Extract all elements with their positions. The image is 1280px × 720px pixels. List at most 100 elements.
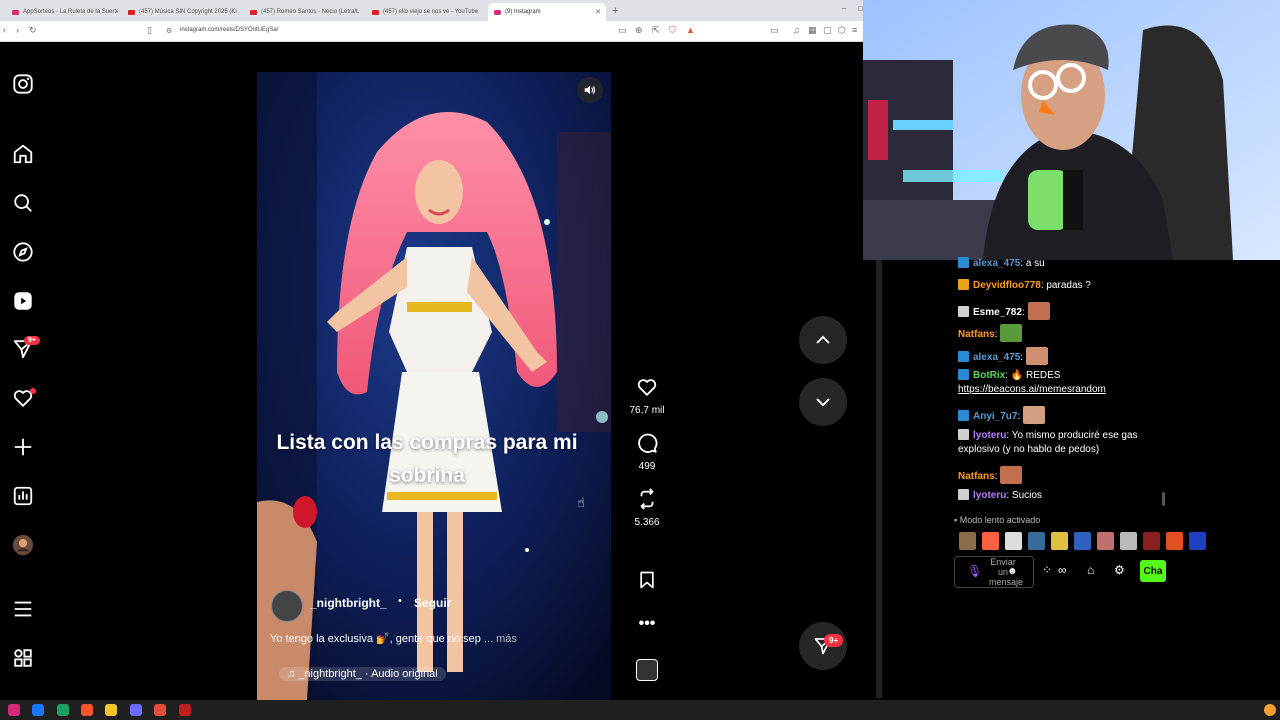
- home-icon[interactable]: [11, 142, 35, 166]
- create-icon[interactable]: [11, 435, 35, 459]
- minimize-icon[interactable]: –: [842, 4, 846, 13]
- menu-icon[interactable]: ≡: [852, 25, 857, 35]
- instagram-logo-icon[interactable]: [11, 72, 35, 96]
- more-menu-icon[interactable]: [11, 597, 35, 621]
- emote-icon[interactable]: [982, 532, 999, 550]
- taskbar: [0, 700, 1280, 720]
- search-icon[interactable]: [11, 191, 35, 215]
- vpn-icon[interactable]: ⬡: [838, 25, 846, 36]
- chat-input[interactable]: 🎙 Enviar un mensaje ☻: [954, 556, 1034, 588]
- chat-username[interactable]: Natfans: [958, 329, 995, 340]
- audio-track[interactable]: ♫ _nightbright_ · Audio original: [279, 667, 446, 681]
- browser-tab[interactable]: (457) Música SIN Copyright 2025 (Ki: [122, 3, 240, 21]
- more-options-icon[interactable]: •••: [628, 615, 666, 633]
- chat-scrollbar[interactable]: [1162, 492, 1165, 506]
- instagram-app-icon[interactable]: [8, 704, 20, 716]
- chat-username[interactable]: alexa_475: [973, 352, 1020, 363]
- browser-tab[interactable]: (9) Instagram ✕: [488, 3, 606, 21]
- repost-action[interactable]: 5.366: [628, 488, 666, 528]
- chrome-app-icon[interactable]: [57, 704, 69, 716]
- author-avatar[interactable]: [271, 590, 303, 622]
- infinity-icon[interactable]: ∞: [1058, 563, 1067, 577]
- next-reel-button[interactable]: [799, 378, 847, 426]
- bookmark-save-icon[interactable]: [637, 569, 657, 591]
- emoji-icon[interactable]: ☻: [1007, 566, 1018, 577]
- system-tray-icon[interactable]: [1264, 704, 1276, 716]
- site-info-icon[interactable]: ⚙: [166, 27, 172, 35]
- emote-icon[interactable]: [1143, 532, 1160, 550]
- chat-settings-icon[interactable]: ⚙: [1114, 563, 1125, 577]
- facebook-app-icon[interactable]: [32, 704, 44, 716]
- cast-icon[interactable]: ▭: [618, 25, 627, 36]
- close-tab-icon[interactable]: ✕: [595, 8, 601, 16]
- share-dots-icon[interactable]: ⁘: [1042, 563, 1052, 577]
- wallet-icon[interactable]: ▢: [823, 25, 832, 36]
- browser-tab[interactable]: AppSorteos - La Ruleta de la Suerte: [6, 3, 118, 21]
- emote-icon[interactable]: [1120, 532, 1137, 550]
- threads-apps-icon[interactable]: [11, 646, 35, 670]
- more-link[interactable]: ... más: [484, 633, 517, 645]
- extensions-icon[interactable]: ▦: [808, 25, 817, 36]
- new-tab-button[interactable]: +: [612, 5, 618, 17]
- emote-icon[interactable]: [959, 532, 976, 550]
- chat-username[interactable]: Esme_782: [973, 307, 1022, 318]
- save-action[interactable]: [628, 569, 666, 596]
- chat-send-button[interactable]: Cha: [1140, 560, 1166, 582]
- chat-username[interactable]: Natfans: [958, 471, 995, 482]
- comment-action[interactable]: 499: [628, 432, 666, 472]
- brave-rewards-icon[interactable]: ▲: [686, 25, 695, 35]
- reels-icon[interactable]: [11, 289, 35, 313]
- reel-caption-overlay: Lista con las compras para mi sobrina: [276, 431, 578, 487]
- emote-icon[interactable]: [1189, 532, 1206, 550]
- like-action[interactable]: 76,7 mil: [628, 376, 666, 416]
- chat-username[interactable]: Anyi_7u7: [973, 411, 1017, 422]
- author-username[interactable]: _nightbright_: [310, 596, 387, 610]
- url-field[interactable]: instagram.com/reels/DSYOntUEgSa/: [180, 27, 278, 33]
- dashboard-icon[interactable]: [11, 484, 35, 508]
- repost-icon[interactable]: [636, 488, 658, 510]
- bookmark-icon[interactable]: ▯: [147, 25, 152, 36]
- forward-icon[interactable]: ›: [16, 25, 19, 35]
- comment-icon[interactable]: [636, 432, 658, 454]
- brave-shield-icon[interactable]: ⛉: [669, 25, 676, 36]
- file-explorer-icon[interactable]: [105, 704, 117, 716]
- discord-app-icon[interactable]: [130, 704, 142, 716]
- previous-reel-button[interactable]: [799, 316, 847, 364]
- brave-app-icon[interactable]: [81, 704, 93, 716]
- emote-icon[interactable]: [1097, 532, 1114, 550]
- emote-icon[interactable]: [1028, 532, 1045, 550]
- emote-icon[interactable]: [1074, 532, 1091, 550]
- emote-icon[interactable]: [1005, 532, 1022, 550]
- store-icon[interactable]: ⌂: [1087, 563, 1094, 577]
- chat-username[interactable]: lyoteru: [973, 430, 1006, 441]
- chat-text: : 🔥 REDES: [1005, 370, 1061, 381]
- reload-icon[interactable]: ↻: [29, 25, 37, 36]
- audio-label: _nightbright_ · Audio original: [298, 668, 438, 680]
- follow-button[interactable]: Seguir: [414, 596, 451, 610]
- profile-avatar[interactable]: [11, 533, 35, 557]
- zoom-icon[interactable]: ⊕: [635, 25, 643, 36]
- chat-username[interactable]: Deyvidfloo778: [973, 280, 1041, 291]
- browser-tab[interactable]: (457) ello viejo se nos ve - YouTube: [366, 3, 484, 21]
- media-icon[interactable]: ♫: [793, 25, 800, 35]
- emote-icon[interactable]: [1051, 532, 1068, 550]
- microphone-icon[interactable]: 🎙: [967, 564, 982, 578]
- chrome-alt-icon[interactable]: [154, 704, 166, 716]
- chat-username[interactable]: BotRix: [973, 370, 1005, 381]
- explore-icon[interactable]: [11, 240, 35, 264]
- audio-cover-thumbnail[interactable]: [636, 659, 658, 681]
- emote-icon[interactable]: [1166, 532, 1183, 550]
- share-icon[interactable]: ⇱: [652, 25, 660, 36]
- back-icon[interactable]: ‹: [3, 25, 6, 35]
- chat-text-continued[interactable]: https://beacons.ai/memesrandom: [958, 384, 1106, 395]
- sidebar-toggle-icon[interactable]: ▭: [770, 25, 779, 36]
- instagram-sidebar: 9+: [0, 42, 46, 700]
- chat-emote-icon: [1000, 466, 1023, 484]
- browser-tab[interactable]: (457) Romeo Santos - Necio (Letra/L: [244, 3, 362, 21]
- volume-icon[interactable]: [577, 77, 603, 103]
- like-icon[interactable]: [636, 376, 658, 398]
- chat-username[interactable]: alexa_475: [973, 258, 1020, 269]
- app-icon[interactable]: [179, 704, 191, 716]
- tab-title: (457) Música SIN Copyright 2025 (Ki: [139, 9, 237, 15]
- chat-username[interactable]: lyoteru: [973, 490, 1006, 501]
